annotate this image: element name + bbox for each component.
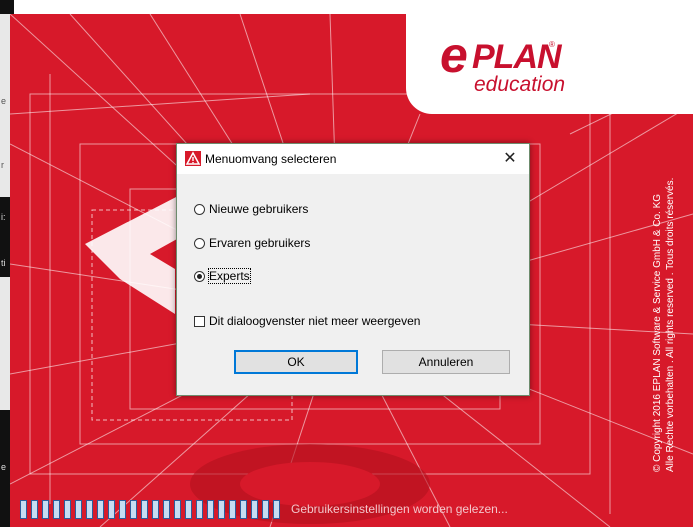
logo-wordmark: PLAN <box>472 38 562 76</box>
menu-scope-dialog: Menuomvang selecteren ✕ Nieuwe gebruiker… <box>176 143 530 396</box>
ok-button[interactable]: OK <box>234 350 358 374</box>
warning-icon <box>185 151 201 166</box>
progress-bar <box>20 500 288 519</box>
progress-segment <box>251 500 258 519</box>
radio-button[interactable] <box>194 237 205 249</box>
progress-segment <box>97 500 104 519</box>
copyright-line-2: Alle Rechte vorbehalten . All rights res… <box>665 177 676 472</box>
progress-segment <box>119 500 126 519</box>
dont-show-again-checkbox-row[interactable]: Dit dialoogvenster niet meer weergeven <box>194 313 420 329</box>
progress-segment <box>207 500 214 519</box>
desktop-text-fragment: e <box>1 96 7 106</box>
progress-segment <box>218 500 225 519</box>
progress-segment <box>185 500 192 519</box>
progress-segment <box>53 500 60 519</box>
dont-show-again-checkbox[interactable] <box>194 315 205 327</box>
radio-button-selected[interactable] <box>194 270 205 282</box>
progress-segment <box>152 500 159 519</box>
progress-segment <box>108 500 115 519</box>
progress-segment <box>141 500 148 519</box>
progress-segment <box>163 500 170 519</box>
close-button[interactable]: ✕ <box>491 144 529 174</box>
close-icon: ✕ <box>503 150 517 167</box>
radio-experts[interactable]: Experts <box>194 268 251 284</box>
progress-segment <box>20 500 27 519</box>
radio-label: Nieuwe gebruikers <box>209 202 309 216</box>
radio-label: Ervaren gebruikers <box>209 236 311 250</box>
progress-segment <box>75 500 82 519</box>
status-text: Gebruikersinstellingen worden gelezen... <box>291 502 508 516</box>
progress-segment <box>273 500 280 519</box>
progress-segment <box>229 500 236 519</box>
radio-button[interactable] <box>194 203 205 215</box>
progress-segment <box>174 500 181 519</box>
logo-education: education <box>474 73 566 96</box>
dialog-title: Menuomvang selecteren <box>205 152 337 166</box>
cancel-button[interactable]: Annuleren <box>382 350 510 374</box>
logo-registered-mark: ® <box>549 40 555 49</box>
progress-segment <box>240 500 247 519</box>
progress-segment <box>130 500 137 519</box>
progress-segment <box>262 500 269 519</box>
eplan-logo: e PLAN ® education <box>406 14 693 114</box>
desktop-text-fragment: i: <box>1 212 6 222</box>
copyright-notice: © Copyright 2016 EPLAN Software & Servic… <box>651 178 677 472</box>
copyright-line-1: © Copyright 2016 EPLAN Software & Servic… <box>652 193 663 472</box>
progress-segment <box>196 500 203 519</box>
radio-nieuwe-gebruikers[interactable]: Nieuwe gebruikers <box>194 201 308 217</box>
desktop-text-fragment: r <box>1 160 4 170</box>
radio-label: Experts <box>208 268 251 284</box>
desktop-text-fragment: ti <box>1 258 6 268</box>
progress-segment <box>64 500 71 519</box>
progress-segment <box>31 500 38 519</box>
desktop-text-fragment: e <box>1 462 7 472</box>
dialog-titlebar[interactable]: Menuomvang selecteren ✕ <box>177 144 529 174</box>
desktop-dark-strip <box>0 0 14 14</box>
checkbox-label: Dit dialoogvenster niet meer weergeven <box>209 314 421 328</box>
logo-e-glyph: e <box>440 27 468 83</box>
progress-segment <box>86 500 93 519</box>
progress-segment <box>42 500 49 519</box>
radio-ervaren-gebruikers[interactable]: Ervaren gebruikers <box>194 235 310 251</box>
